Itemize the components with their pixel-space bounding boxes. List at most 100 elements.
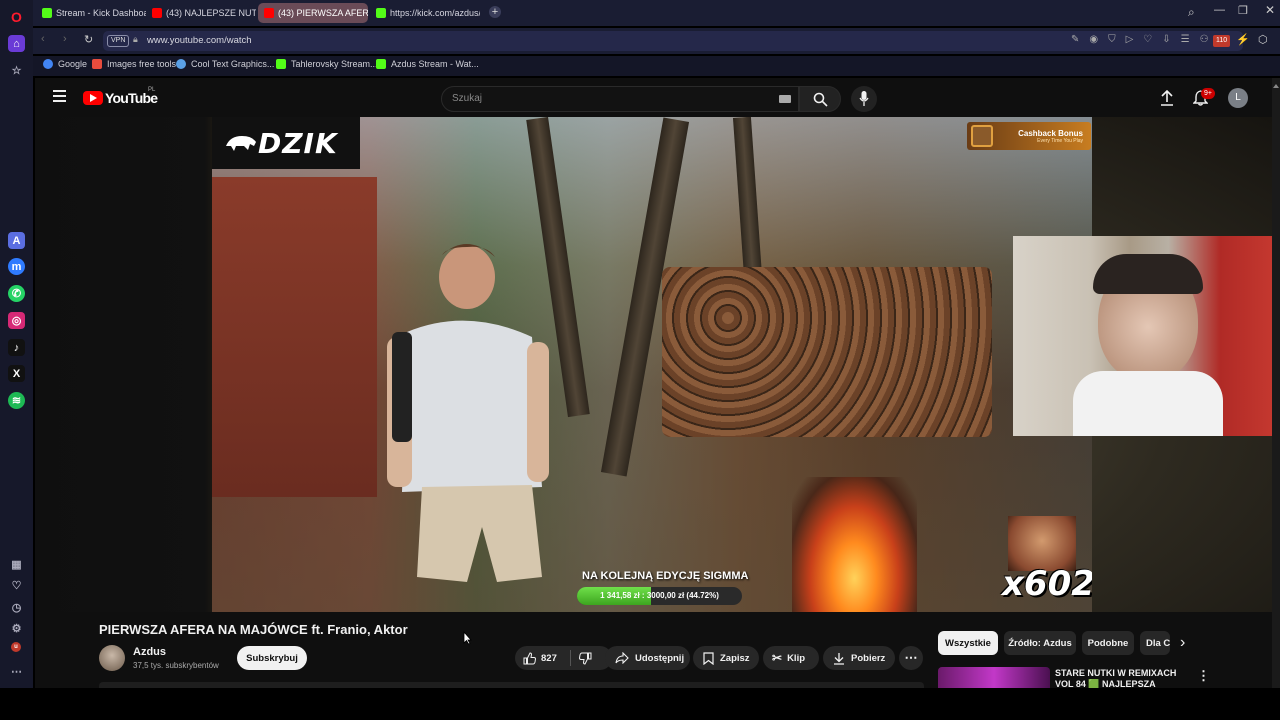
whatsapp-icon[interactable]: ✆	[8, 285, 25, 302]
x-twitter-icon[interactable]: X	[8, 365, 25, 382]
opera-sidebar: O ⌂ ☆ A m ✆ ◎ ♪ X ≋ ▦ ♡ ◷ ⚙ u ⋯	[0, 0, 33, 688]
hamburger-menu-icon[interactable]	[53, 90, 66, 102]
messenger-icon[interactable]: m	[8, 258, 25, 275]
tab-kick-dashboard[interactable]: Stream - Kick Dashboard	[36, 3, 146, 23]
cashback-overlay: Cashback Bonus Every Time You Play	[967, 122, 1091, 150]
streamer-hair	[1093, 254, 1203, 294]
back-icon[interactable]: ‹	[41, 33, 45, 45]
tab-najlepsze-nutki[interactable]: (43) NAJLEPSZE NUTK	[146, 3, 256, 23]
account-avatar[interactable]: L	[1228, 88, 1248, 108]
tab-pierwsza-afera[interactable]: (43) PIERWSZA AFERA	[258, 3, 368, 23]
upload-icon[interactable]	[1160, 90, 1174, 106]
address-actions-icons[interactable]: ✎◉⛉▷♡⇩☰⚇	[1071, 34, 1219, 45]
voice-search-button[interactable]	[851, 86, 877, 112]
microphone-icon	[859, 91, 869, 106]
minimize-icon[interactable]: —	[1214, 4, 1225, 16]
tab-kick-clip[interactable]: https://kick.com/azdus/cli	[370, 3, 480, 23]
chip-podobne[interactable]: Podobne	[1082, 631, 1134, 655]
cashback-title: Cashback Bonus	[1018, 128, 1083, 138]
clip-label: Klip	[787, 652, 806, 664]
chevron-right-icon[interactable]: ›	[1180, 634, 1185, 652]
address-bar: ‹ › ↻ VPN 🔒︎ www.youtube.com/watch ✎◉⛉▷♡…	[33, 28, 1280, 54]
bookmark-images-free-tools[interactable]: Images free tools	[92, 59, 176, 69]
reload-icon[interactable]: ↻	[84, 33, 93, 46]
page-scrollbar[interactable]	[1272, 78, 1280, 688]
aria-icon[interactable]: A	[8, 232, 25, 249]
like-button[interactable]: 827	[515, 651, 557, 665]
search-input[interactable]: Szukaj	[441, 86, 799, 112]
home-icon[interactable]: ⌂	[8, 35, 25, 52]
goal-progress-text: 1 341,58 zł : 3000,00 zł (44.72%)	[600, 591, 719, 600]
bookmark-azdus-stream[interactable]: Azdus Stream - Wat...	[376, 59, 479, 69]
share-icon	[615, 652, 629, 664]
dzik-text: DZIK	[258, 126, 338, 160]
instagram-icon[interactable]: ◎	[8, 312, 25, 329]
save-button[interactable]: Zapisz	[693, 646, 759, 670]
subscriber-count: 37,5 tys. subskrybentów	[133, 661, 219, 670]
apps-grid-icon[interactable]: ▦	[8, 556, 25, 573]
download-label: Pobierz	[851, 652, 886, 664]
kick-icon	[276, 59, 286, 69]
description-box[interactable]	[99, 682, 924, 688]
search-button[interactable]	[799, 86, 841, 112]
channel-name[interactable]: Azdus	[133, 646, 166, 658]
recommendation-thumbnail[interactable]	[938, 667, 1050, 688]
like-dislike-group: 827	[515, 646, 612, 670]
video-frame[interactable]: DZIK Cashback Bonus Every Time You Play …	[212, 117, 1092, 612]
tiktok-icon[interactable]: ♪	[8, 339, 25, 356]
notifications-badge: 9+	[1201, 88, 1215, 99]
bookmark-label: Azdus Stream - Wat...	[391, 59, 479, 69]
history-icon[interactable]: ◷	[8, 599, 25, 616]
goal-progress-bar: 1 341,58 zł : 3000,00 zł (44.72%)	[577, 587, 742, 605]
recommendation-menu-icon[interactable]: ⋮	[1197, 668, 1210, 684]
search-placeholder: Szukaj	[452, 93, 483, 104]
like-count: 827	[541, 652, 557, 664]
bookmark-cool-text[interactable]: Cool Text Graphics...	[176, 59, 274, 69]
bookmark-tahlerovsky[interactable]: Tahlerovsky Stream...	[276, 59, 378, 69]
save-label: Zapisz	[720, 652, 750, 664]
cooltext-icon	[176, 59, 186, 69]
settings-gear-icon[interactable]: ⚙	[8, 620, 25, 637]
spotify-icon[interactable]: ≋	[8, 392, 25, 409]
thumbs-down-icon[interactable]	[578, 652, 592, 665]
keyboard-icon[interactable]	[779, 95, 791, 103]
subscribe-button[interactable]: Subskrybuj	[237, 646, 307, 670]
youtube-logo-icon[interactable]	[83, 91, 103, 105]
goal-label: NA KOLEJNĄ EDYCJĘ SIGMMA	[582, 570, 749, 582]
treasure-chest-icon	[971, 125, 993, 147]
clip-button[interactable]: ✂ Klip	[763, 646, 819, 670]
restore-icon[interactable]: ❐	[1238, 4, 1248, 17]
url-text[interactable]: www.youtube.com/watch	[147, 35, 252, 46]
heart-icon[interactable]: ♡	[8, 577, 25, 594]
emote-image	[1008, 516, 1076, 571]
tab-search-icon[interactable]: ⌕	[1188, 5, 1195, 20]
youtube-header: YouTube PL Szukaj 9+ L	[35, 78, 1272, 117]
vpn-badge[interactable]: VPN	[107, 35, 130, 47]
chip-zrodlo-azdus[interactable]: Źródło: Azdus	[1004, 631, 1076, 655]
scroll-up-icon[interactable]	[1273, 84, 1279, 88]
chip-wszystkie[interactable]: Wszystkie	[938, 631, 998, 655]
forward-icon[interactable]: ›	[63, 33, 67, 45]
opera-logo-icon[interactable]: O	[8, 8, 25, 25]
image-icon	[92, 59, 102, 69]
extensions-cube-icon[interactable]: ⬡	[1258, 33, 1268, 46]
download-button[interactable]: Pobierz	[823, 646, 895, 670]
recommendation-title[interactable]: STARE NUTKI W REMIXACH VOL 84 🟩 NAJLEPSZ…	[1055, 668, 1195, 688]
share-button[interactable]: Udostępnij	[605, 646, 690, 670]
youtube-page: DZIK Cashback Bonus Every Time You Play …	[35, 78, 1272, 688]
channel-avatar[interactable]	[99, 645, 125, 671]
region-code: PL	[148, 87, 156, 93]
chip-dla-ciebie[interactable]: Dla C	[1140, 631, 1170, 655]
more-dots-icon[interactable]: ⋯	[8, 663, 25, 680]
close-window-icon[interactable]: ✕	[1265, 3, 1275, 17]
new-tab-plus-icon[interactable]: +	[489, 6, 501, 18]
bookmark-google[interactable]: Google	[43, 59, 87, 69]
star-icon[interactable]: ☆	[8, 62, 25, 79]
url-box[interactable]: VPN 🔒︎ www.youtube.com/watch ✎◉⛉▷♡⇩☰⚇	[103, 31, 1243, 51]
more-actions-button[interactable]: ⋯	[899, 646, 923, 670]
extension-icon[interactable]: ⚡	[1236, 33, 1250, 46]
extension-badge[interactable]: 110	[1213, 35, 1231, 47]
video-player[interactable]: DZIK Cashback Bonus Every Time You Play …	[35, 117, 1272, 612]
scissors-icon: ✂	[772, 651, 783, 665]
ublock-icon[interactable]: u	[11, 642, 21, 652]
